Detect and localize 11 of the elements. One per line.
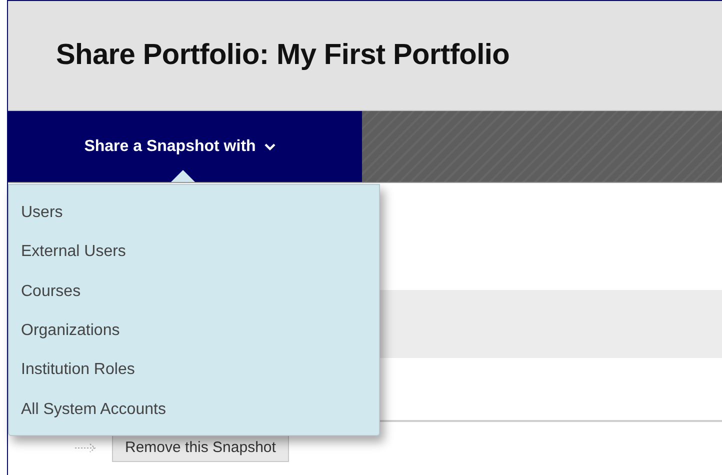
share-menu-button[interactable]: Share a Snapshot with bbox=[8, 111, 362, 182]
arrow-icon bbox=[74, 442, 98, 454]
menu-item[interactable]: Organizations bbox=[21, 316, 120, 356]
chevron-down-icon bbox=[264, 142, 276, 150]
menu-item[interactable]: External Users bbox=[21, 238, 126, 278]
remove-snapshot-button[interactable]: Remove this Snapshot bbox=[112, 434, 289, 462]
menu-item[interactable]: Users bbox=[21, 199, 63, 238]
page-title: Share Portfolio: My First Portfolio bbox=[56, 38, 510, 73]
menu-item[interactable]: Courses bbox=[21, 278, 81, 317]
menu-item[interactable]: All System Accounts bbox=[21, 396, 166, 435]
menu-item[interactable]: Institution Roles bbox=[21, 356, 135, 396]
